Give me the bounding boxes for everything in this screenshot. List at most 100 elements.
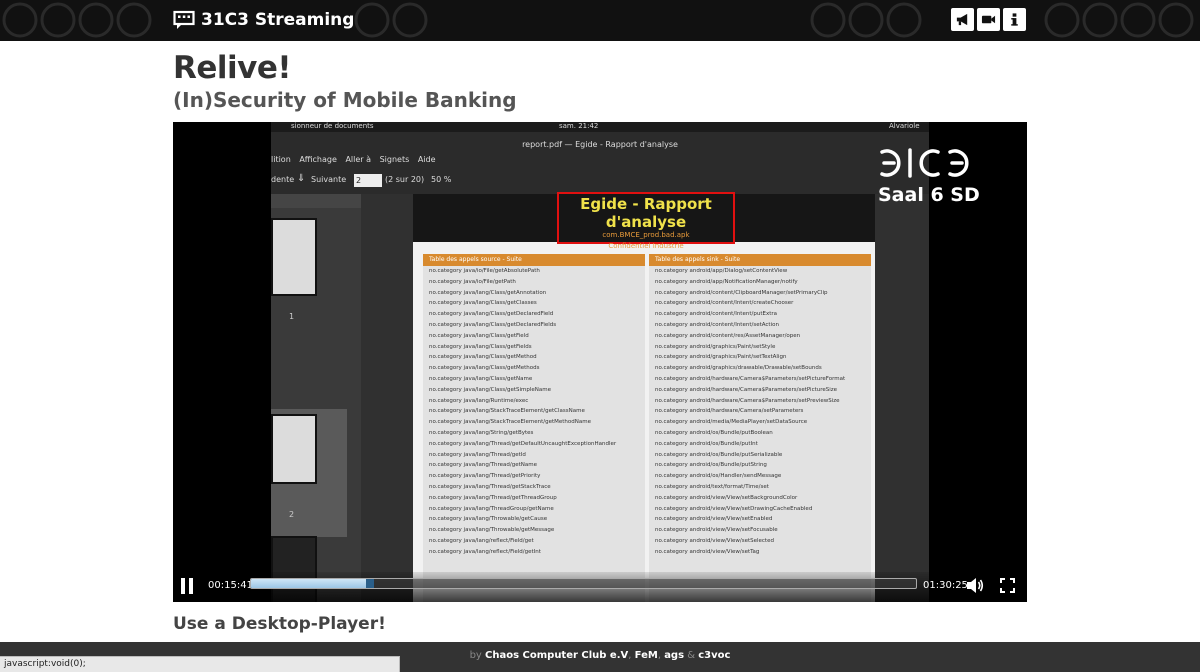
list-item: no.category android/graphics/Paint/setSt… xyxy=(655,343,776,350)
list-item: no.category java/lang/Thread/getDefaultU… xyxy=(429,440,617,447)
footer-link-ccc[interactable]: Chaos Computer Club e.V xyxy=(485,650,628,661)
list-item: no.category android/view/View/setSelecte… xyxy=(655,537,774,544)
list-item: no.category java/lang/reflect/Field/get xyxy=(429,537,534,544)
list-item: no.category java/lang/Class/getMethods xyxy=(429,365,540,372)
page-thumbnail xyxy=(271,414,317,484)
info-icon xyxy=(1011,13,1018,26)
video-desktop-topbar: sionneur de documents sam. 21:42 Alvario… xyxy=(271,122,929,132)
pdf-page-count: (2 sur 20) xyxy=(385,175,425,184)
pdf-menu-item: Affichage xyxy=(299,155,337,164)
list-item: no.category java/lang/StackTraceElement/… xyxy=(429,419,591,426)
list-item: no.category java/lang/Thread/getThreadGr… xyxy=(429,494,557,501)
room-overlay: Saal 6 SD xyxy=(878,146,980,206)
list-item: no.category java/lang/Class/getDeclaredF… xyxy=(429,311,554,318)
seek-bar[interactable] xyxy=(250,578,917,589)
list-item: no.category android/view/View/setEnabled xyxy=(655,516,773,523)
list-item: no.category android/os/Bundle/putBoolean xyxy=(655,429,773,436)
list-item: no.category android/content/Intent/creat… xyxy=(655,300,794,307)
report-package: com.BMCE_prod.bad.apk xyxy=(602,231,690,239)
list-item: no.category java/lang/Thread/getId xyxy=(429,451,526,458)
about-button[interactable] xyxy=(1003,8,1026,31)
video-player[interactable]: sionneur de documents sam. 21:42 Alvario… xyxy=(173,122,1027,602)
list-item: no.category java/lang/Class/getName xyxy=(429,375,533,382)
list-item: no.category android/os/Bundle/putSeriali… xyxy=(655,451,783,458)
talk-title: (In)Security of Mobile Banking xyxy=(173,88,517,112)
page-title: Relive! xyxy=(173,50,292,86)
brand-title: 31C3 Streaming xyxy=(201,10,355,30)
video-app-name: sionneur de documents xyxy=(291,122,374,130)
sink-calls-table: Table des appels sink - Suite no.categor… xyxy=(649,254,871,602)
list-item: no.category android/os/Handler/sendMessa… xyxy=(655,473,782,480)
brand-link[interactable]: 31C3 Streaming xyxy=(173,8,354,32)
list-item: no.category java/lang/Thread/getPriority xyxy=(429,473,541,480)
list-item: no.category android/hardware/Camera$Para… xyxy=(655,397,840,404)
streams-button[interactable] xyxy=(977,8,1000,31)
pdf-menu-item: Aller à xyxy=(345,155,372,164)
list-item: no.category android/text/format/Time/set xyxy=(655,483,769,490)
feedback-button[interactable] xyxy=(951,8,974,31)
volume-icon[interactable] xyxy=(966,577,984,594)
thumb-number: 1 xyxy=(289,312,295,321)
list-item: no.category android/os/Bundle/putString xyxy=(655,462,767,469)
pdf-next-label: Suivante xyxy=(311,175,347,184)
list-item: no.category java/io/File/getAbsolutePath xyxy=(429,268,540,274)
video-frame: sionneur de documents sam. 21:42 Alvario… xyxy=(271,122,929,602)
list-item: no.category android/content/ClipboardMan… xyxy=(655,289,828,296)
pdf-prev-label: dente xyxy=(271,175,295,184)
report-title-box: Egide - Rapport d'analyse com.BMCE_prod.… xyxy=(557,192,735,250)
desktop-player-link[interactable]: Use a Desktop-Player! xyxy=(173,614,386,634)
footer-prefix: by xyxy=(469,650,482,661)
played-bar xyxy=(251,579,367,588)
pdf-menu-item: Aide xyxy=(417,155,436,164)
video-user: Alvariole xyxy=(889,122,920,130)
list-item: no.category java/lang/Class/getFields xyxy=(429,343,532,350)
list-item: no.category android/app/NotificationMana… xyxy=(655,278,798,285)
footer-link-c3voc[interactable]: c3voc xyxy=(698,650,730,661)
list-item: no.category java/lang/reflect/Field/getI… xyxy=(429,548,541,555)
list-item: no.category android/view/View/setDrawing… xyxy=(655,505,813,512)
current-time: 00:15:41 xyxy=(208,580,253,591)
list-item: no.category android/view/View/setFocusab… xyxy=(655,527,778,534)
list-item: no.category android/os/Bundle/putInt xyxy=(655,440,758,447)
list-item: no.category android/view/View/setBackgro… xyxy=(655,494,798,501)
room-label: Saal 6 SD xyxy=(878,184,980,206)
list-item: no.category android/hardware/Camera/setP… xyxy=(655,408,804,415)
pdf-menubar: lition Affichage Aller à Signets Aide xyxy=(271,155,929,169)
list-item: no.category java/io/File/getPath xyxy=(429,278,516,285)
list-item: no.category android/content/Intent/setAc… xyxy=(655,321,779,328)
top-navbar: 31C3 Streaming xyxy=(0,0,1200,41)
pdf-thumbnail-sidebar: 1 2 3 xyxy=(271,194,361,602)
list-item: no.category java/lang/Throwable/getMessa… xyxy=(429,527,555,534)
list-item: no.category java/lang/Class/getDeclaredF… xyxy=(429,321,557,328)
pause-button[interactable] xyxy=(181,578,195,594)
pause-icon xyxy=(181,578,185,594)
page-thumbnail xyxy=(271,218,317,296)
report-confidential: Confidentiel Industrie xyxy=(608,242,684,250)
pdf-window-title: report.pdf — Egide - Rapport d'analyse xyxy=(522,140,678,149)
footer-link-ags[interactable]: ags xyxy=(664,650,684,661)
megaphone-icon xyxy=(956,13,968,26)
list-item: no.category android/view/View/setTag xyxy=(655,548,760,555)
list-item: no.category java/lang/Class/getAnnotatio… xyxy=(429,289,547,296)
report-title: Egide - Rapport d'analyse xyxy=(580,195,712,231)
pdf-document-area: Egide - Rapport d'analyse com.BMCE_prod.… xyxy=(361,192,929,602)
pdf-menu-item: lition xyxy=(271,155,291,164)
event-logo-icon xyxy=(880,148,969,178)
fullscreen-icon[interactable] xyxy=(1000,578,1015,593)
list-item: no.category java/lang/StackTraceElement/… xyxy=(429,408,585,415)
list-item: no.category java/lang/Class/getField xyxy=(429,332,529,339)
list-item: no.category java/lang/Throwable/getCause xyxy=(429,516,548,523)
pdf-zoom: 50 % xyxy=(431,175,452,184)
player-controls: 00:15:41 01:30:25 xyxy=(173,572,1027,602)
pdf-page: Egide - Rapport d'analyse com.BMCE_prod.… xyxy=(413,192,875,602)
list-item: no.category android/hardware/Camera$Para… xyxy=(655,375,846,382)
list-item: no.category android/graphics/Paint/setTe… xyxy=(655,354,787,361)
list-item: no.category java/lang/Thread/getStackTra… xyxy=(429,483,551,490)
list-item: no.category java/lang/Class/getMethod xyxy=(429,354,537,361)
footer-link-fem[interactable]: FeM xyxy=(635,650,658,661)
nav-button-group xyxy=(951,8,1026,31)
list-item: no.category java/lang/Runtime/exec xyxy=(429,397,529,404)
video-clock: sam. 21:42 xyxy=(559,122,599,130)
list-item: no.category android/content/res/AssetMan… xyxy=(655,332,801,339)
list-item: no.category java/lang/Class/getSimpleNam… xyxy=(429,386,552,393)
